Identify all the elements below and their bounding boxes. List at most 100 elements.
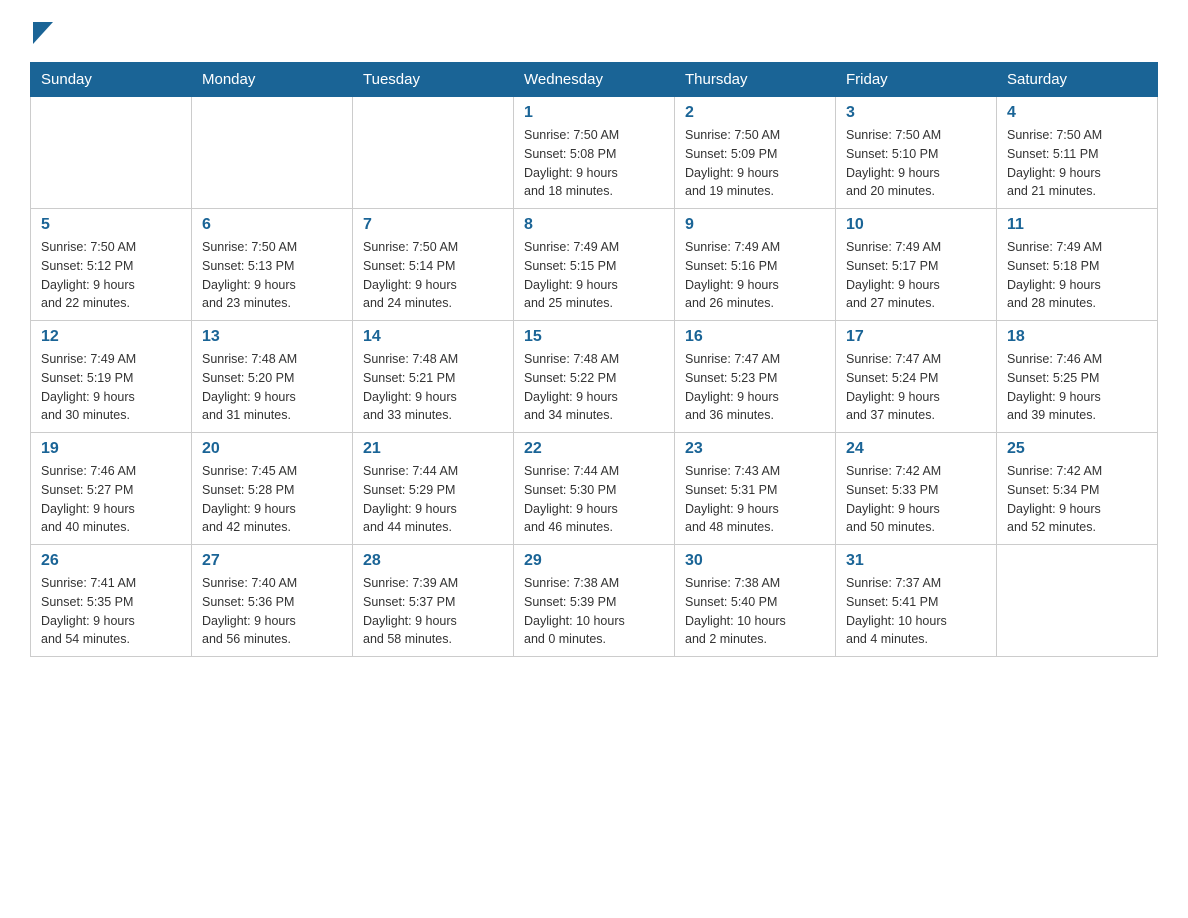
col-friday: Friday <box>836 63 997 97</box>
day-number: 13 <box>202 328 342 346</box>
day-number: 4 <box>1007 104 1147 122</box>
day-number: 16 <box>685 328 825 346</box>
day-info: Sunrise: 7:46 AMSunset: 5:27 PMDaylight:… <box>41 462 181 537</box>
day-number: 27 <box>202 552 342 570</box>
day-number: 12 <box>41 328 181 346</box>
calendar-cell: 3Sunrise: 7:50 AMSunset: 5:10 PMDaylight… <box>836 97 997 209</box>
calendar-cell: 14 Sunrise: 7:48 AMSunset: 5:21 PMDayligh… <box>353 321 514 433</box>
day-info: Sunrise: 7:37 AMSunset: 5:41 PMDaylight:… <box>846 574 986 649</box>
day-info: Sunrise: 7:39 AMSunset: 5:37 PMDaylight:… <box>363 574 503 649</box>
day-number: 24 <box>846 440 986 458</box>
day-number: 8 <box>524 216 664 234</box>
calendar-cell: 30 Sunrise: 7:38 AMSunset: 5:40 PMDayligh… <box>675 545 836 657</box>
day-info: Sunrise: 7:38 AMSunset: 5:39 PMDaylight:… <box>524 574 664 649</box>
day-info: Sunrise: 7:42 AMSunset: 5:33 PMDaylight:… <box>846 462 986 537</box>
week-row-5: 26 Sunrise: 7:41 AMSunset: 5:35 PMDayligh… <box>31 545 1158 657</box>
calendar-cell: 12 Sunrise: 7:49 AMSunset: 5:19 PMDayligh… <box>31 321 192 433</box>
day-number: 9 <box>685 216 825 234</box>
day-number: 20 <box>202 440 342 458</box>
day-number: 2 <box>685 104 825 122</box>
header-row: Sunday Monday Tuesday Wednesday Thursday… <box>31 63 1158 97</box>
col-sunday: Sunday <box>31 63 192 97</box>
day-info: Sunrise: 7:50 AMSunset: 5:13 PMDaylight:… <box>202 238 342 313</box>
calendar-cell: 25 Sunrise: 7:42 AMSunset: 5:34 PMDayligh… <box>997 433 1158 545</box>
logo-top-row <box>30 20 53 44</box>
day-number: 22 <box>524 440 664 458</box>
calendar-cell: 19 Sunrise: 7:46 AMSunset: 5:27 PMDayligh… <box>31 433 192 545</box>
day-info: Sunrise: 7:45 AMSunset: 5:28 PMDaylight:… <box>202 462 342 537</box>
calendar-cell: 1 Sunrise: 7:50 AMSunset: 5:08 PMDaylight… <box>514 97 675 209</box>
calendar-cell: 24 Sunrise: 7:42 AMSunset: 5:33 PMDayligh… <box>836 433 997 545</box>
day-number: 6 <box>202 216 342 234</box>
day-info: Sunrise: 7:49 AMSunset: 5:18 PMDaylight:… <box>1007 238 1147 313</box>
day-number: 26 <box>41 552 181 570</box>
day-info: Sunrise: 7:47 AMSunset: 5:24 PMDaylight:… <box>846 350 986 425</box>
day-number: 21 <box>363 440 503 458</box>
day-info: Sunrise: 7:46 AMSunset: 5:25 PMDaylight:… <box>1007 350 1147 425</box>
calendar-cell <box>997 545 1158 657</box>
calendar-cell: 2 Sunrise: 7:50 AMSunset: 5:09 PMDaylight… <box>675 97 836 209</box>
calendar-cell: 16 Sunrise: 7:47 AMSunset: 5:23 PMDayligh… <box>675 321 836 433</box>
calendar-cell: 10Sunrise: 7:49 AMSunset: 5:17 PMDayligh… <box>836 209 997 321</box>
day-info: Sunrise: 7:48 AMSunset: 5:20 PMDaylight:… <box>202 350 342 425</box>
logo <box>30 20 53 44</box>
day-info: Sunrise: 7:47 AMSunset: 5:23 PMDaylight:… <box>685 350 825 425</box>
day-info: Sunrise: 7:50 AMSunset: 5:08 PMDaylight:… <box>524 126 664 201</box>
day-number: 15 <box>524 328 664 346</box>
calendar-cell: 27 Sunrise: 7:40 AMSunset: 5:36 PMDayligh… <box>192 545 353 657</box>
day-info: Sunrise: 7:49 AMSunset: 5:15 PMDaylight:… <box>524 238 664 313</box>
day-info: Sunrise: 7:44 AMSunset: 5:30 PMDaylight:… <box>524 462 664 537</box>
day-number: 10 <box>846 216 986 234</box>
calendar-cell: 20 Sunrise: 7:45 AMSunset: 5:28 PMDayligh… <box>192 433 353 545</box>
col-thursday: Thursday <box>675 63 836 97</box>
calendar-header: Sunday Monday Tuesday Wednesday Thursday… <box>31 63 1158 97</box>
day-info: Sunrise: 7:50 AMSunset: 5:12 PMDaylight:… <box>41 238 181 313</box>
calendar-cell <box>353 97 514 209</box>
calendar-cell: 29Sunrise: 7:38 AMSunset: 5:39 PMDayligh… <box>514 545 675 657</box>
page-header <box>30 20 1158 44</box>
col-saturday: Saturday <box>997 63 1158 97</box>
day-number: 14 <box>363 328 503 346</box>
day-number: 5 <box>41 216 181 234</box>
calendar-cell: 21 Sunrise: 7:44 AMSunset: 5:29 PMDayligh… <box>353 433 514 545</box>
day-info: Sunrise: 7:38 AMSunset: 5:40 PMDaylight:… <box>685 574 825 649</box>
calendar-table: Sunday Monday Tuesday Wednesday Thursday… <box>30 62 1158 657</box>
calendar-cell: 31Sunrise: 7:37 AMSunset: 5:41 PMDayligh… <box>836 545 997 657</box>
calendar-cell <box>192 97 353 209</box>
calendar-cell: 6 Sunrise: 7:50 AMSunset: 5:13 PMDaylight… <box>192 209 353 321</box>
calendar-cell: 22 Sunrise: 7:44 AMSunset: 5:30 PMDayligh… <box>514 433 675 545</box>
calendar-cell: 23 Sunrise: 7:43 AMSunset: 5:31 PMDayligh… <box>675 433 836 545</box>
week-row-2: 5 Sunrise: 7:50 AMSunset: 5:12 PMDaylight… <box>31 209 1158 321</box>
day-info: Sunrise: 7:44 AMSunset: 5:29 PMDaylight:… <box>363 462 503 537</box>
calendar-body: 1 Sunrise: 7:50 AMSunset: 5:08 PMDaylight… <box>31 97 1158 657</box>
day-number: 30 <box>685 552 825 570</box>
calendar-cell: 28 Sunrise: 7:39 AMSunset: 5:37 PMDayligh… <box>353 545 514 657</box>
day-number: 18 <box>1007 328 1147 346</box>
day-number: 17 <box>846 328 986 346</box>
day-info: Sunrise: 7:50 AMSunset: 5:09 PMDaylight:… <box>685 126 825 201</box>
day-info: Sunrise: 7:40 AMSunset: 5:36 PMDaylight:… <box>202 574 342 649</box>
day-number: 1 <box>524 104 664 122</box>
calendar-cell: 17 Sunrise: 7:47 AMSunset: 5:24 PMDayligh… <box>836 321 997 433</box>
day-info: Sunrise: 7:49 AMSunset: 5:19 PMDaylight:… <box>41 350 181 425</box>
calendar-cell: 13 Sunrise: 7:48 AMSunset: 5:20 PMDayligh… <box>192 321 353 433</box>
day-number: 28 <box>363 552 503 570</box>
col-monday: Monday <box>192 63 353 97</box>
day-info: Sunrise: 7:42 AMSunset: 5:34 PMDaylight:… <box>1007 462 1147 537</box>
calendar-cell <box>31 97 192 209</box>
logo-wrap <box>30 20 53 44</box>
day-info: Sunrise: 7:48 AMSunset: 5:21 PMDaylight:… <box>363 350 503 425</box>
calendar-cell: 11 Sunrise: 7:49 AMSunset: 5:18 PMDayligh… <box>997 209 1158 321</box>
calendar-cell: 4Sunrise: 7:50 AMSunset: 5:11 PMDaylight… <box>997 97 1158 209</box>
day-info: Sunrise: 7:41 AMSunset: 5:35 PMDaylight:… <box>41 574 181 649</box>
week-row-4: 19 Sunrise: 7:46 AMSunset: 5:27 PMDayligh… <box>31 433 1158 545</box>
calendar-cell: 26 Sunrise: 7:41 AMSunset: 5:35 PMDayligh… <box>31 545 192 657</box>
calendar-cell: 7Sunrise: 7:50 AMSunset: 5:14 PMDaylight… <box>353 209 514 321</box>
day-number: 23 <box>685 440 825 458</box>
day-number: 25 <box>1007 440 1147 458</box>
day-info: Sunrise: 7:43 AMSunset: 5:31 PMDaylight:… <box>685 462 825 537</box>
day-number: 19 <box>41 440 181 458</box>
day-info: Sunrise: 7:49 AMSunset: 5:16 PMDaylight:… <box>685 238 825 313</box>
day-info: Sunrise: 7:50 AMSunset: 5:14 PMDaylight:… <box>363 238 503 313</box>
day-number: 11 <box>1007 216 1147 234</box>
